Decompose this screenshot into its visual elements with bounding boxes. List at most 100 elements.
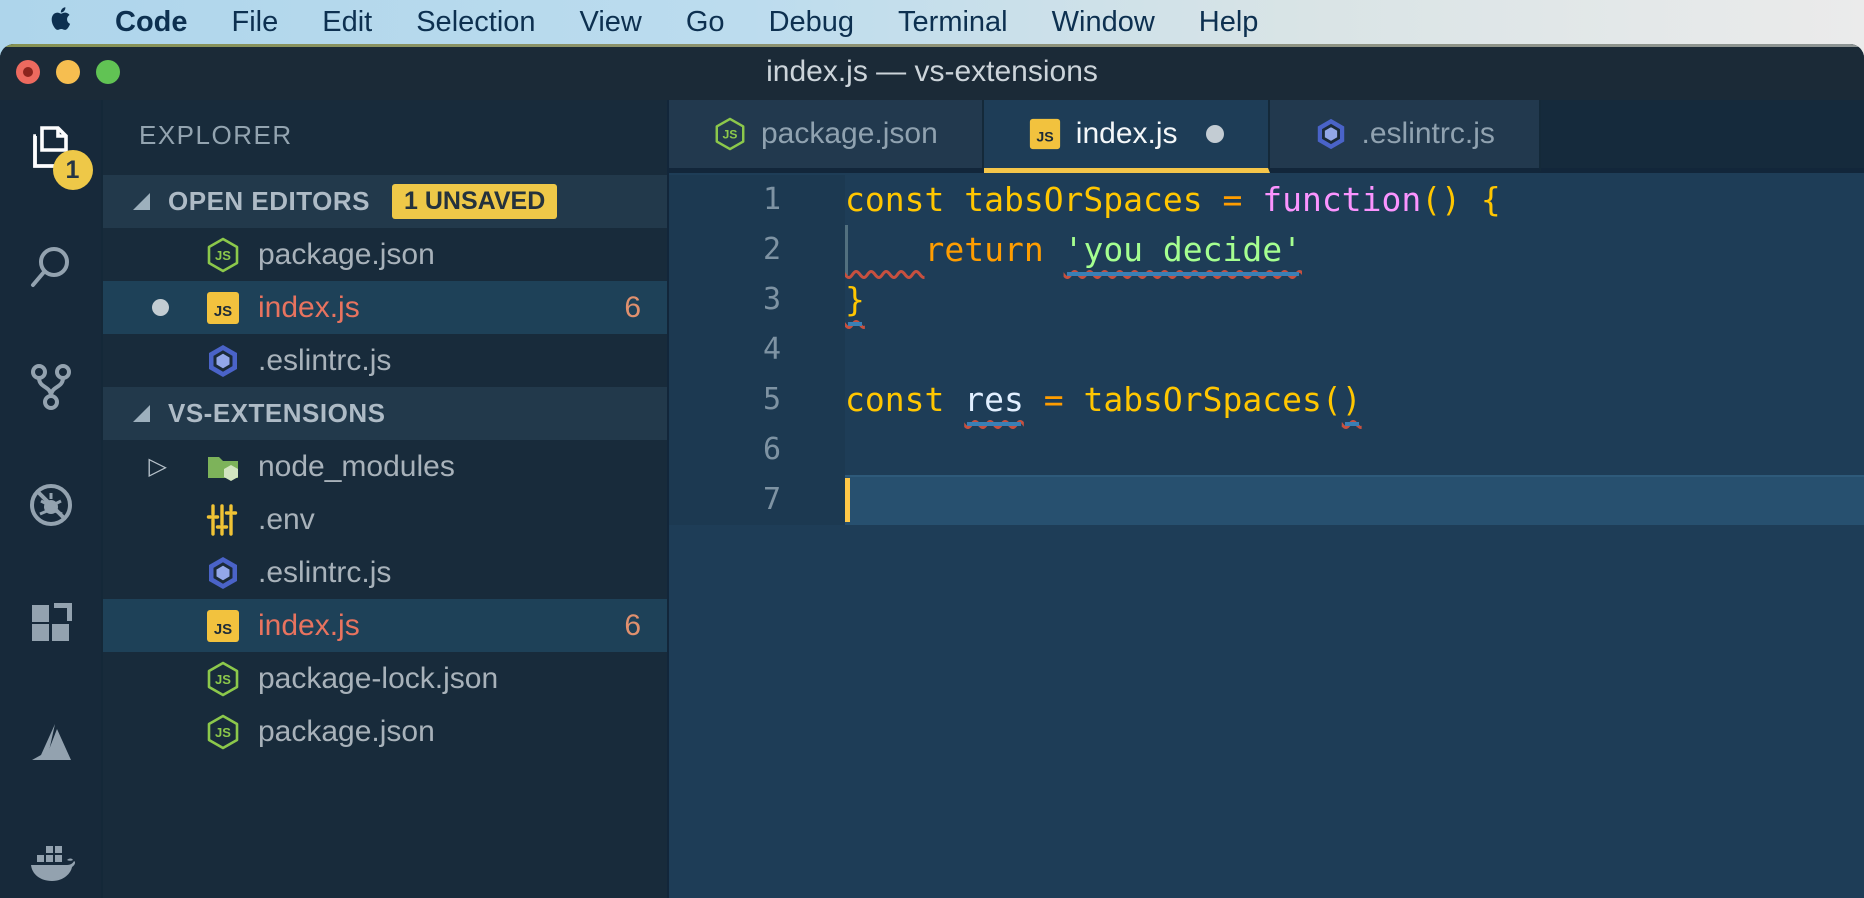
activity-extensions[interactable] xyxy=(27,602,75,650)
file-row-index-js[interactable]: JS index.js 6 xyxy=(103,599,667,652)
code-line-content[interactable]: const tabsOrSpaces = function() { xyxy=(845,175,1864,225)
section-header-open-editors[interactable]: OPEN EDITORS1 UNSAVED xyxy=(103,175,667,228)
menu-item-selection[interactable]: Selection xyxy=(394,6,557,39)
tab-bar-filler xyxy=(1541,100,1864,173)
activity-docker[interactable] xyxy=(27,840,75,888)
code-token xyxy=(1024,375,1044,425)
activity-azure[interactable] xyxy=(27,721,75,769)
code-token xyxy=(1242,175,1262,225)
text-cursor xyxy=(845,478,850,522)
close-button[interactable] xyxy=(16,60,40,84)
line-number: 5 xyxy=(669,375,845,425)
tab-label: package.json xyxy=(761,117,938,151)
title-bar[interactable]: index.js — vs-extensions xyxy=(0,44,1864,100)
problems-badge: 6 xyxy=(624,291,641,325)
file-row--eslintrc-js[interactable]: .eslintrc.js xyxy=(103,546,667,599)
file-row--eslintrc-js[interactable]: .eslintrc.js xyxy=(103,334,667,387)
activity-explorer[interactable]: 1 xyxy=(27,126,75,174)
problems-badge: 6 xyxy=(624,609,641,643)
line-number: 7 xyxy=(669,475,845,525)
apple-menu[interactable] xyxy=(30,5,93,40)
extensions-icon xyxy=(27,600,75,653)
menu-item-go[interactable]: Go xyxy=(664,6,747,39)
code-line-3: 3} xyxy=(669,275,1864,325)
activity-search[interactable] xyxy=(27,245,75,293)
code-line-1: 1const tabsOrSpaces = function() { xyxy=(669,175,1864,225)
azure-icon xyxy=(27,719,75,772)
editor-tab-bar: JS package.json JSindex.js .eslintrc.js xyxy=(669,100,1864,173)
menu-item-file[interactable]: File xyxy=(210,6,301,39)
file-name: index.js xyxy=(258,609,360,643)
tab-label: .eslintrc.js xyxy=(1362,117,1495,151)
code-token-error xyxy=(845,225,924,275)
line-number: 3 xyxy=(669,275,845,325)
code-token-error: ) xyxy=(1342,375,1362,425)
line-number: 2 xyxy=(669,225,845,275)
menu-item-code[interactable]: Code xyxy=(93,6,210,39)
file-name: package-lock.json xyxy=(258,662,498,696)
code-token: const xyxy=(845,175,944,225)
eslint-icon xyxy=(205,343,241,379)
menu-item-debug[interactable]: Debug xyxy=(747,6,876,39)
code-token: { xyxy=(1481,175,1501,225)
file-row-package-json[interactable]: JSpackage.json xyxy=(103,705,667,758)
row-indicator-slot: ▷ xyxy=(103,455,169,479)
code-token xyxy=(944,375,964,425)
svg-text:JS: JS xyxy=(722,128,737,142)
line-number: 1 xyxy=(669,175,845,225)
code-token xyxy=(1044,225,1064,275)
code-line-6: 6 xyxy=(669,425,1864,475)
file-row-package-lock-json[interactable]: JS package-lock.json xyxy=(103,652,667,705)
file-row-package-json[interactable]: JSpackage.json xyxy=(103,228,667,281)
code-token: ( xyxy=(1322,375,1342,425)
code-line-content[interactable] xyxy=(845,425,1864,475)
eslint-icon xyxy=(205,555,241,591)
traffic-lights xyxy=(16,44,120,100)
menu-item-help[interactable]: Help xyxy=(1177,6,1281,39)
activity-debug[interactable] xyxy=(27,483,75,531)
code-token-error: res xyxy=(964,375,1024,425)
search-icon xyxy=(27,243,75,296)
env-settings-icon xyxy=(205,502,241,538)
menu-item-edit[interactable]: Edit xyxy=(300,6,394,39)
line-number: 6 xyxy=(669,425,845,475)
code-token-error: } xyxy=(845,275,865,325)
explorer-sidebar: EXPLORER OPEN EDITORS1 UNSAVEDJSpackage.… xyxy=(103,100,669,898)
tab-index-js[interactable]: JSindex.js xyxy=(984,100,1270,173)
activity-source-control[interactable] xyxy=(27,364,75,412)
modified-dot-icon xyxy=(1206,125,1224,143)
tab-package-json[interactable]: JS package.json xyxy=(669,100,984,173)
code-token: = xyxy=(1223,175,1243,225)
macos-menu-bar: CodeFileEditSelectionViewGoDebugTerminal… xyxy=(0,0,1864,44)
code-token-error: 'you decide' xyxy=(1064,225,1302,275)
nodejs-icon: JS xyxy=(713,117,747,151)
file-row--env[interactable]: .env xyxy=(103,493,667,546)
section-header-vs-extensions[interactable]: VS-EXTENSIONS xyxy=(103,387,667,440)
code-line-content[interactable]: return 'you decide' xyxy=(845,225,1864,275)
code-token: return xyxy=(924,225,1043,275)
code-editor[interactable]: 1const tabsOrSpaces = function() {2 retu… xyxy=(669,173,1864,898)
svg-text:JS: JS xyxy=(215,672,231,687)
file-row-index-js[interactable]: JS index.js 6 xyxy=(103,281,667,334)
file-name: index.js xyxy=(258,291,360,325)
menu-item-window[interactable]: Window xyxy=(1030,6,1177,39)
code-token xyxy=(1064,375,1084,425)
menu-item-view[interactable]: View xyxy=(558,6,664,39)
file-row-node-modules[interactable]: ▷node_modules xyxy=(103,440,667,493)
eslint-icon xyxy=(1314,117,1348,151)
code-line-content[interactable] xyxy=(845,475,1864,525)
svg-text:JS: JS xyxy=(214,621,232,638)
code-token: tabsOrSpaces xyxy=(1083,375,1321,425)
code-line-content[interactable] xyxy=(845,325,1864,375)
activity-bar: 1 xyxy=(0,100,103,898)
code-line-content[interactable]: const res = tabsOrSpaces() xyxy=(845,375,1864,425)
svg-text:JS: JS xyxy=(214,303,232,320)
menu-item-terminal[interactable]: Terminal xyxy=(876,6,1030,39)
zoom-button[interactable] xyxy=(96,60,120,84)
window-title: index.js — vs-extensions xyxy=(766,55,1098,89)
minimize-button[interactable] xyxy=(56,60,80,84)
js-icon: JS xyxy=(205,290,241,326)
js-icon: JS xyxy=(205,608,241,644)
code-line-content[interactable]: } xyxy=(845,275,1864,325)
tab--eslintrc-js[interactable]: .eslintrc.js xyxy=(1270,100,1541,173)
